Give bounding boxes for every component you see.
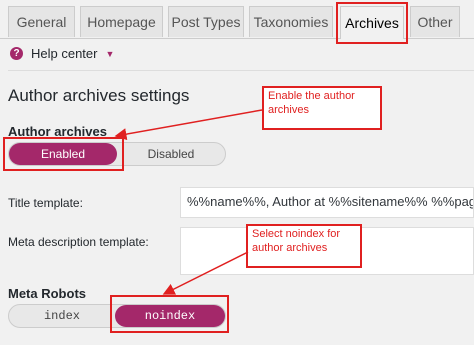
title-template-label: Title template:: [8, 196, 83, 210]
section-title: Author archives settings: [8, 86, 190, 105]
meta-robots-label: Meta Robots: [8, 286, 86, 301]
tab-post-types[interactable]: Post Types: [168, 6, 244, 37]
help-center-label: Help center: [31, 46, 98, 61]
meta-description-label: Meta description template:: [8, 235, 149, 249]
annotation-enable-author: Enable the author archives: [262, 86, 382, 130]
tab-general[interactable]: General: [8, 6, 75, 37]
tab-homepage[interactable]: Homepage: [80, 6, 163, 37]
enabled-highlight: [3, 137, 124, 171]
index-option[interactable]: index: [9, 305, 115, 327]
caret-down-icon: ▼: [105, 48, 115, 59]
title-template-input[interactable]: %%name%%, Author at %%sitename%% %%page%…: [180, 187, 474, 218]
tab-taxonomies[interactable]: Taxonomies: [249, 6, 333, 37]
archives-tab-highlight: [336, 2, 408, 44]
question-icon: ?: [10, 47, 23, 60]
help-center-toggle[interactable]: ? Help center ▼: [10, 46, 114, 61]
noindex-highlight: [110, 295, 229, 333]
tab-other[interactable]: Other: [410, 6, 460, 37]
disabled-option[interactable]: Disabled: [117, 143, 225, 165]
arrow-to-enabled: [114, 109, 263, 141]
divider: [8, 70, 474, 71]
annotation-select-noindex: Select noindex for author archives: [246, 224, 362, 268]
